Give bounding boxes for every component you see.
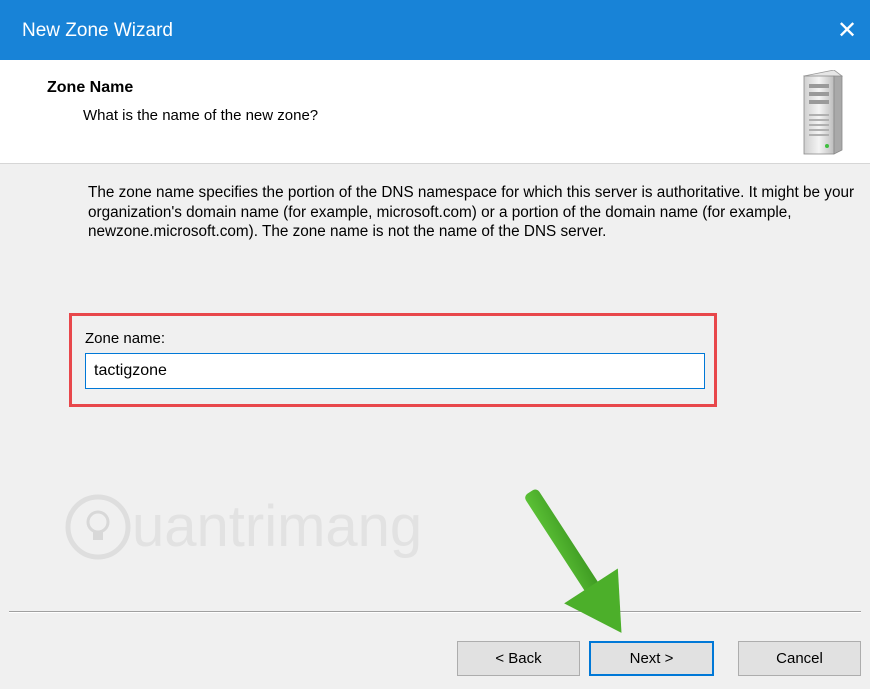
page-subtitle: What is the name of the new zone?: [83, 107, 319, 124]
page-title: Zone Name: [47, 79, 134, 96]
zone-description: The zone name specifies the portion of t…: [88, 184, 855, 240]
title-bar: New Zone Wizard ✕: [0, 0, 870, 60]
wizard-header: Zone Name What is the name of the new zo…: [0, 60, 870, 164]
next-button[interactable]: Next >: [589, 641, 714, 676]
server-icon: [803, 70, 843, 155]
cancel-button[interactable]: Cancel: [738, 641, 861, 676]
footer-divider: [9, 611, 861, 613]
close-icon: ✕: [836, 16, 858, 44]
back-button[interactable]: < Back: [457, 641, 580, 676]
zone-name-label: Zone name:: [85, 330, 166, 347]
watermark-logo: uantrimang: [65, 494, 422, 560]
lightbulb-icon: [86, 510, 110, 540]
zone-name-input[interactable]: [85, 353, 705, 389]
close-button[interactable]: ✕: [824, 0, 870, 60]
watermark-text: uantrimang: [132, 494, 422, 559]
window-title: New Zone Wizard: [22, 20, 173, 41]
